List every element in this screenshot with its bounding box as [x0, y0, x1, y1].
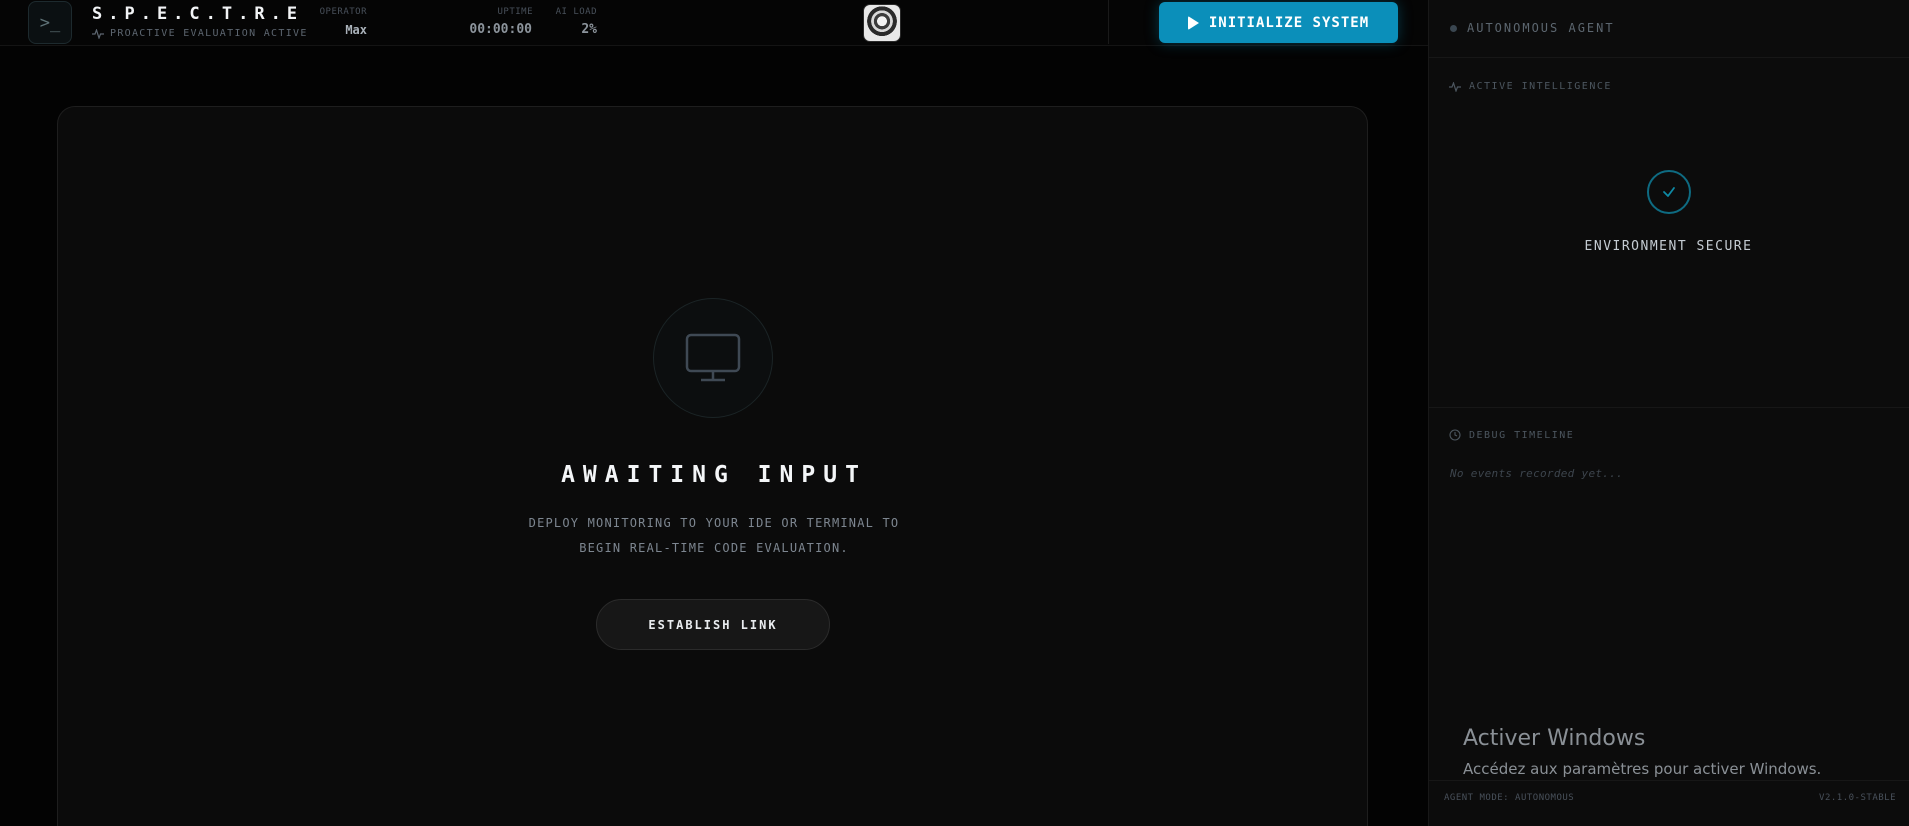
empty-events-text: No events recorded yet...	[1450, 467, 1624, 480]
agent-panel: AUTONOMOUS AGENT ACTIVE INTELLIGENCE DEB…	[1428, 0, 1909, 826]
windows-activation-title: Activer Windows	[1463, 726, 1646, 751]
awaiting-input-title: AWAITING INPUT	[561, 462, 867, 488]
active-intelligence-heading: ACTIVE INTELLIGENCE	[1449, 81, 1612, 92]
establish-link-button[interactable]: ESTABLISH LINK	[596, 599, 830, 650]
activity-icon	[1449, 81, 1461, 92]
initialize-system-button[interactable]: INITIALIZE SYSTEM	[1159, 2, 1398, 43]
ai-load-label: AI LOAD	[555, 7, 597, 17]
uptime-label: UPTIME	[497, 7, 533, 17]
description-line-2: BEGIN REAL-TIME CODE EVALUATION.	[579, 541, 849, 555]
debug-timeline-label: DEBUG TIMELINE	[1469, 429, 1575, 441]
agent-panel-title: AUTONOMOUS AGENT	[1467, 21, 1615, 35]
panel-divider	[1429, 407, 1909, 408]
windows-activation-subtitle: Accédez aux paramètres pour activer Wind…	[1463, 760, 1822, 778]
description-line-1: DEPLOY MONITORING TO YOUR IDE OR TERMINA…	[528, 516, 900, 530]
environment-status: ENVIRONMENT SECURE	[1584, 239, 1753, 254]
awaiting-input-description: DEPLOY MONITORING TO YOUR IDE OR TERMINA…	[0, 511, 1428, 561]
operator-name: Max	[345, 23, 367, 37]
top-bar: >_ S.P.E.C.T.R.E PROACTIVE EVALUATION AC…	[0, 0, 1428, 46]
initialize-system-label: INITIALIZE SYSTEM	[1208, 14, 1370, 31]
header-divider	[1108, 0, 1109, 44]
debug-timeline-heading: DEBUG TIMELINE	[1449, 429, 1574, 441]
monitor-icon	[685, 333, 741, 382]
ai-load-value: 2%	[581, 22, 597, 37]
terminal-icon: >_	[28, 1, 72, 44]
version-text: V2.1.0-STABLE	[1819, 793, 1896, 803]
agent-panel-footer: AGENT MODE: AUTONOMOUS V2.1.0-STABLE	[1429, 780, 1909, 826]
agent-mode-text: AGENT MODE: AUTONOMOUS	[1444, 793, 1575, 803]
uptime-value: 00:00:00	[469, 22, 532, 37]
active-intelligence-label: ACTIVE INTELLIGENCE	[1469, 81, 1612, 92]
play-icon	[1187, 15, 1199, 30]
status-dot-icon	[1450, 25, 1457, 32]
check-icon	[1647, 170, 1691, 214]
app-subtitle: PROACTIVE EVALUATION ACTIVE	[92, 28, 308, 39]
logo-glyph: >_	[39, 12, 61, 33]
subtitle-text: PROACTIVE EVALUATION ACTIVE	[110, 28, 308, 39]
operator-label: OPERATOR	[319, 7, 367, 17]
clock-icon	[1449, 429, 1461, 441]
app-title: S.P.E.C.T.R.E	[92, 4, 304, 24]
agent-panel-header: AUTONOMOUS AGENT	[1429, 0, 1909, 58]
monitor-icon-container	[653, 298, 773, 418]
activity-icon	[92, 28, 104, 39]
avatar[interactable]	[863, 4, 901, 42]
